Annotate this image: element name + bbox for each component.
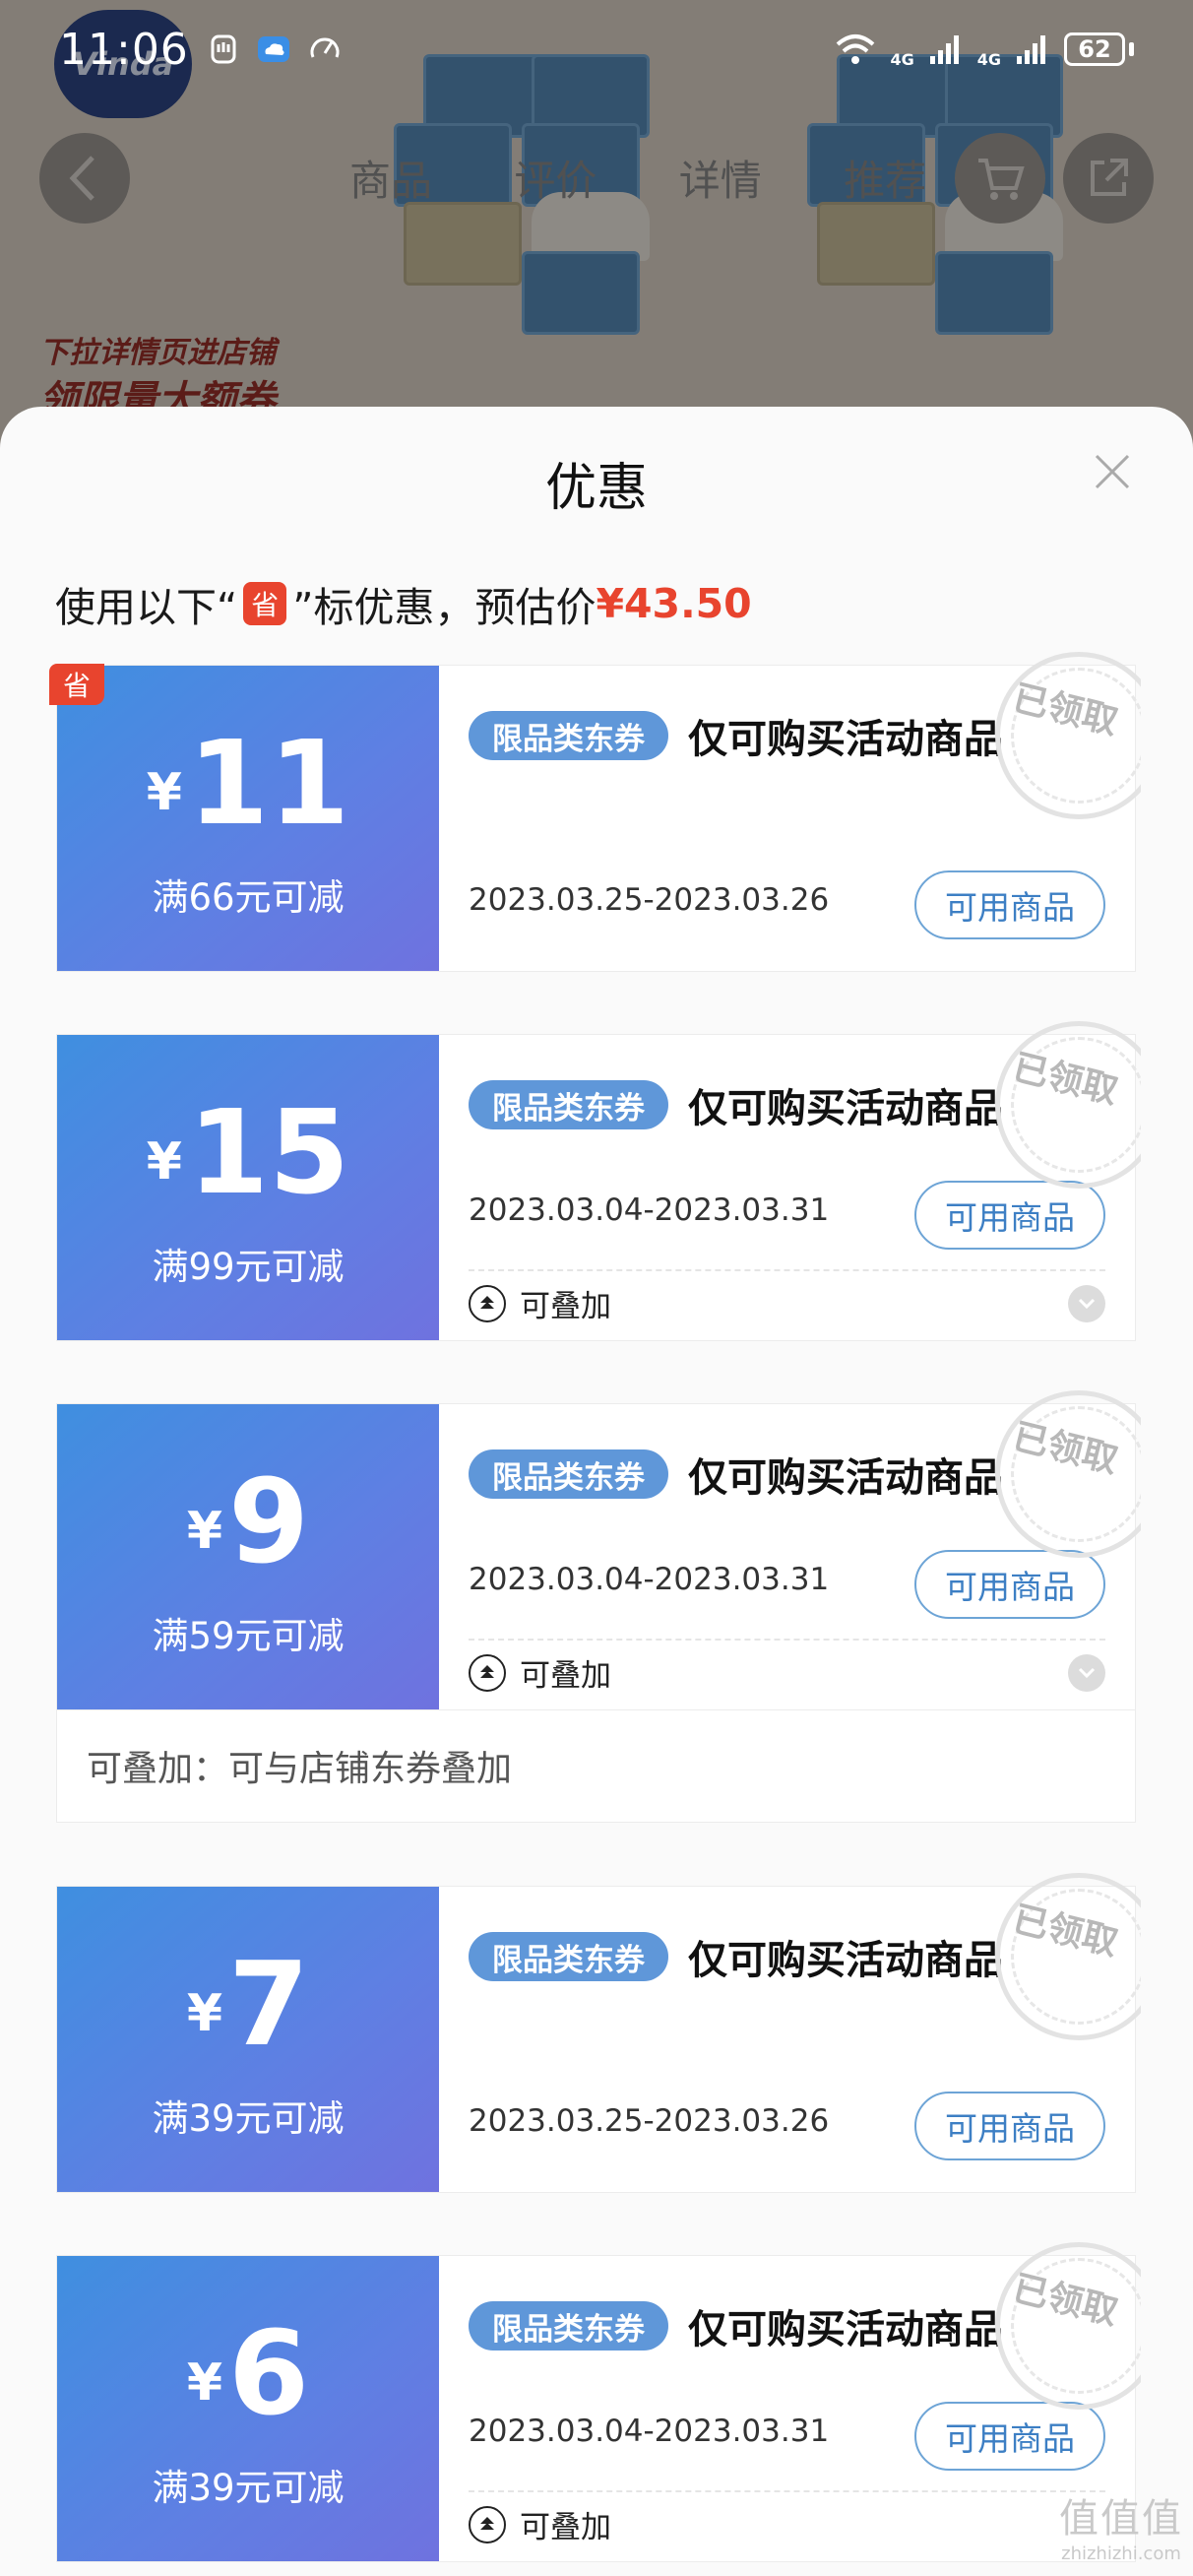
coupon-card: ¥6 满39元可减 限品类东券 仅可购买活动商品 2023.03.04-2023… (49, 2242, 1141, 2561)
stackable-note-panel: 可叠加：可与店铺东券叠加 (57, 1709, 1135, 1822)
claimed-stamp: 已领取 (973, 2242, 1141, 2410)
coupon-amount: 15 (187, 1084, 350, 1220)
currency-symbol: ¥ (186, 2353, 223, 2413)
save-badge: 省 (49, 664, 104, 705)
coupon-validity: 2023.03.04-2023.03.31 (469, 1562, 830, 1597)
claimed-stamp: 已领取 (973, 1390, 1141, 1558)
coupon-amount: 7 (228, 1936, 310, 2072)
stackable-label: 可叠加 (520, 2510, 611, 2545)
currency-symbol: ¥ (186, 1502, 223, 1561)
currency-symbol: ¥ (146, 1132, 182, 1191)
coupon-description: 仅可购买活动商品 (688, 1455, 1003, 1501)
coupon-validity: 2023.03.25-2023.03.26 (469, 2103, 830, 2139)
coupon-validity: 2023.03.04-2023.03.31 (469, 2414, 830, 2449)
coupon-amount-panel: ¥7 满39元可减 (49, 1887, 439, 2192)
discount-sheet: 优惠 使用以下“ 省 ”标优惠，预估价 ¥43.50 省 ¥11 满66元可减 … (0, 407, 1193, 2576)
available-goods-button[interactable]: 可用商品 (914, 2092, 1105, 2160)
coupon-condition: 满59元可减 (152, 1615, 345, 1657)
available-goods-button[interactable]: 可用商品 (914, 870, 1105, 939)
coupon-amount: 6 (228, 2305, 310, 2441)
close-button[interactable] (1087, 446, 1138, 497)
coupon-description: 仅可购买活动商品 (688, 2307, 1003, 2352)
coupon-amount-panel: ¥6 满39元可减 (49, 2256, 439, 2561)
cloud-icon (257, 36, 289, 62)
coupon-type-tag: 限品类东券 (469, 1932, 668, 1981)
claimed-stamp: 已领取 (973, 1873, 1141, 2040)
stack-icon (469, 2505, 506, 2544)
watermark-sub: zhizhizhi.com (1061, 2544, 1181, 2564)
signal-icon (929, 35, 959, 64)
wifi-icon (837, 34, 875, 64)
currency-symbol: ¥ (186, 1984, 223, 2043)
watermark-main: 值值值 (1059, 2496, 1183, 2542)
available-goods-button[interactable]: 可用商品 (914, 1181, 1105, 1250)
battery-level: 62 (1078, 35, 1111, 63)
coupon-validity: 2023.03.25-2023.03.26 (469, 882, 830, 918)
summary-prefix: 使用以下“ (55, 584, 238, 631)
stackable-row[interactable]: 可叠加 (469, 1281, 1105, 1325)
coupon-card: ¥15 满99元可减 限品类东券 仅可购买活动商品 2023.03.04-202… (49, 1021, 1141, 1340)
coupon-validity: 2023.03.04-2023.03.31 (469, 1192, 830, 1228)
speedometer-icon (310, 37, 340, 58)
status-bar: 11:06 4G 4G 62 (0, 0, 1193, 98)
signal-icon (1017, 35, 1045, 64)
currency-symbol: ¥ (146, 763, 182, 822)
coupon-description: 仅可购买活动商品 (688, 1938, 1003, 1983)
claimed-stamp: 已领取 (973, 652, 1141, 819)
price-summary: 使用以下“ 省 ”标优惠，预估价 ¥43.50 (55, 574, 752, 633)
coupon-amount: 11 (187, 715, 350, 851)
chevron-down-icon[interactable] (1068, 1653, 1105, 1692)
coupon-description: 仅可购买活动商品 (688, 1086, 1003, 1131)
claimed-stamp: 已领取 (973, 1021, 1141, 1189)
coupon-condition: 满99元可减 (152, 1246, 345, 1288)
sheet-title: 优惠 (544, 459, 648, 518)
coupon-card: ¥9 满59元可减 限品类东券 仅可购买活动商品 2023.03.04-2023… (49, 1390, 1141, 1822)
hand-icon (211, 34, 236, 64)
battery-icon: 62 (1064, 32, 1134, 66)
available-goods-button[interactable]: 可用商品 (914, 1550, 1105, 1619)
coupon-amount: 9 (228, 1453, 310, 1589)
stackable-row[interactable]: 可叠加 (469, 1650, 1105, 1695)
stackable-label: 可叠加 (520, 1658, 611, 1694)
watermark: 值值值 zhizhizhi.com (1059, 2486, 1183, 2564)
summary-suffix: ”标优惠，预估价 (292, 584, 596, 631)
close-icon (1095, 454, 1130, 489)
estimated-price: ¥43.50 (596, 580, 752, 627)
coupon-card: 省 ¥11 满66元可减 限品类东券 仅可购买活动商品 2023.03.25-2… (49, 652, 1141, 971)
available-goods-button[interactable]: 可用商品 (914, 2402, 1105, 2471)
coupon-type-tag: 限品类东券 (469, 1449, 668, 1499)
status-time: 11:06 (59, 24, 189, 75)
stack-icon (469, 1284, 506, 1322)
chevron-down-icon[interactable] (1068, 1284, 1105, 1322)
coupon-type-tag: 限品类东券 (469, 1080, 668, 1129)
stack-icon (469, 1653, 506, 1692)
network-type-2: 4G (976, 49, 1001, 69)
stackable-note: 可叠加：可与店铺东券叠加 (87, 1749, 513, 1789)
coupon-condition: 满66元可减 (152, 876, 345, 919)
coupon-amount-panel: ¥9 满59元可减 (49, 1404, 439, 1709)
coupon-type-tag: 限品类东券 (469, 711, 668, 760)
coupon-condition: 满39元可减 (152, 2097, 345, 2140)
stackable-label: 可叠加 (520, 1289, 611, 1324)
coupon-amount-panel: ¥15 满99元可减 (49, 1035, 439, 1340)
coupon-card: ¥7 满39元可减 限品类东券 仅可购买活动商品 2023.03.25-2023… (49, 1873, 1141, 2192)
coupon-amount-panel: 省 ¥11 满66元可减 (49, 664, 439, 971)
coupon-description: 仅可购买活动商品 (688, 717, 1003, 762)
coupon-type-tag: 限品类东券 (469, 2301, 668, 2351)
stackable-row[interactable]: 可叠加 (469, 2502, 1105, 2546)
coupon-condition: 满39元可减 (152, 2467, 345, 2509)
network-type-1: 4G (890, 49, 914, 69)
save-badge: 省 (243, 582, 287, 625)
